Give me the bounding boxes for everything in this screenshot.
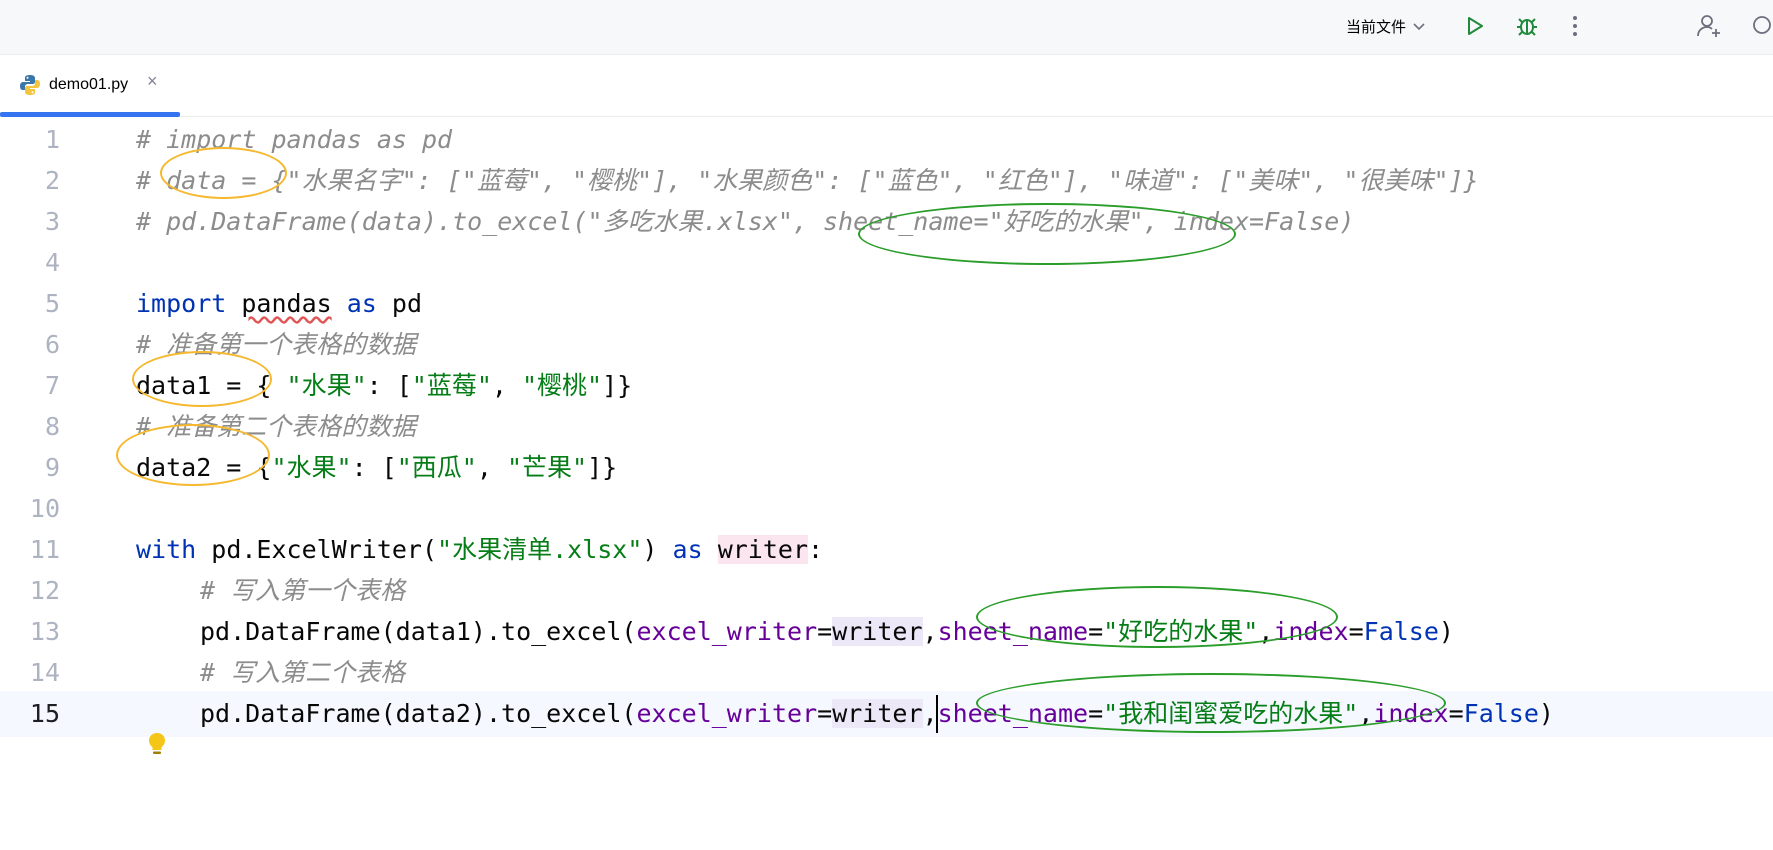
annotation-ellipse: [976, 586, 1338, 648]
annotation-ellipse: [132, 351, 272, 407]
run-icon[interactable]: [1460, 11, 1490, 41]
code-line[interactable]: 12 # 写入第一个表格: [0, 568, 1773, 614]
line-number: 12: [29, 576, 60, 605]
tab-label: demo01.py: [49, 76, 129, 93]
add-user-icon[interactable]: [1694, 11, 1724, 41]
code-text: with pd.ExcelWriter("水果清单.xlsx") as writ…: [136, 535, 824, 564]
code-editor[interactable]: 1 # import pandas as pd 2 # data = {"水果名…: [0, 117, 1773, 850]
line-number: 4: [44, 248, 60, 277]
line-number: 6: [44, 330, 60, 359]
search-icon[interactable]: [1748, 11, 1773, 41]
line-number: 7: [44, 371, 60, 400]
code-line[interactable]: 5 import pandas as pd: [0, 281, 1773, 327]
code-text: # 写入第二个表格: [200, 658, 406, 687]
tab-demo01-py[interactable]: demo01.py ×: [0, 55, 180, 117]
line-number: 14: [29, 658, 60, 687]
more-vertical-icon[interactable]: [1560, 11, 1590, 41]
code-line[interactable]: 14 # 写入第二个表格: [0, 650, 1773, 696]
code-text: # 写入第一个表格: [200, 576, 406, 605]
annotation-ellipse: [858, 203, 1236, 265]
line-number: 3: [44, 207, 60, 236]
run-configuration-label: 当前文件: [1346, 18, 1407, 36]
main-toolbar: 当前文件: [0, 0, 1773, 55]
run-configuration-selector[interactable]: 当前文件: [1346, 14, 1426, 38]
line-number: 8: [44, 412, 60, 441]
code-line[interactable]: 8 # 准备第二个表格的数据: [0, 404, 1773, 450]
line-number: 9: [44, 453, 60, 482]
code-line[interactable]: 6 # 准备第一个表格的数据: [0, 322, 1773, 368]
annotation-ellipse: [160, 147, 287, 199]
annotation-ellipse: [116, 424, 270, 486]
code-text: # data = {"水果名字": ["蓝莓", "樱桃"], "水果颜色": …: [136, 166, 1479, 195]
close-icon[interactable]: ×: [147, 71, 158, 92]
lightbulb-icon[interactable]: [146, 731, 168, 757]
code-line[interactable]: 10: [0, 486, 1773, 532]
line-number: 11: [29, 535, 60, 564]
line-number: 2: [44, 166, 60, 195]
text-caret: [936, 695, 938, 733]
code-line-current[interactable]: 15 pd.DataFrame(data2).to_excel(excel_wr…: [0, 691, 1773, 737]
line-number: 10: [29, 494, 60, 523]
debug-icon[interactable]: [1512, 11, 1542, 41]
code-line[interactable]: 13 pd.DataFrame(data1).to_excel(excel_wr…: [0, 609, 1773, 655]
python-file-icon: [20, 75, 40, 95]
line-number: 15: [29, 699, 60, 728]
annotation-ellipse: [976, 673, 1446, 733]
code-line[interactable]: 11 with pd.ExcelWriter("水果清单.xlsx") as w…: [0, 527, 1773, 573]
line-number: 13: [29, 617, 60, 646]
line-number: 5: [44, 289, 60, 318]
chevron-down-icon: [1413, 23, 1425, 31]
editor-tab-bar: demo01.py ×: [0, 55, 1773, 117]
code-text: import pandas as pd: [136, 289, 423, 318]
line-number: 1: [44, 125, 60, 154]
